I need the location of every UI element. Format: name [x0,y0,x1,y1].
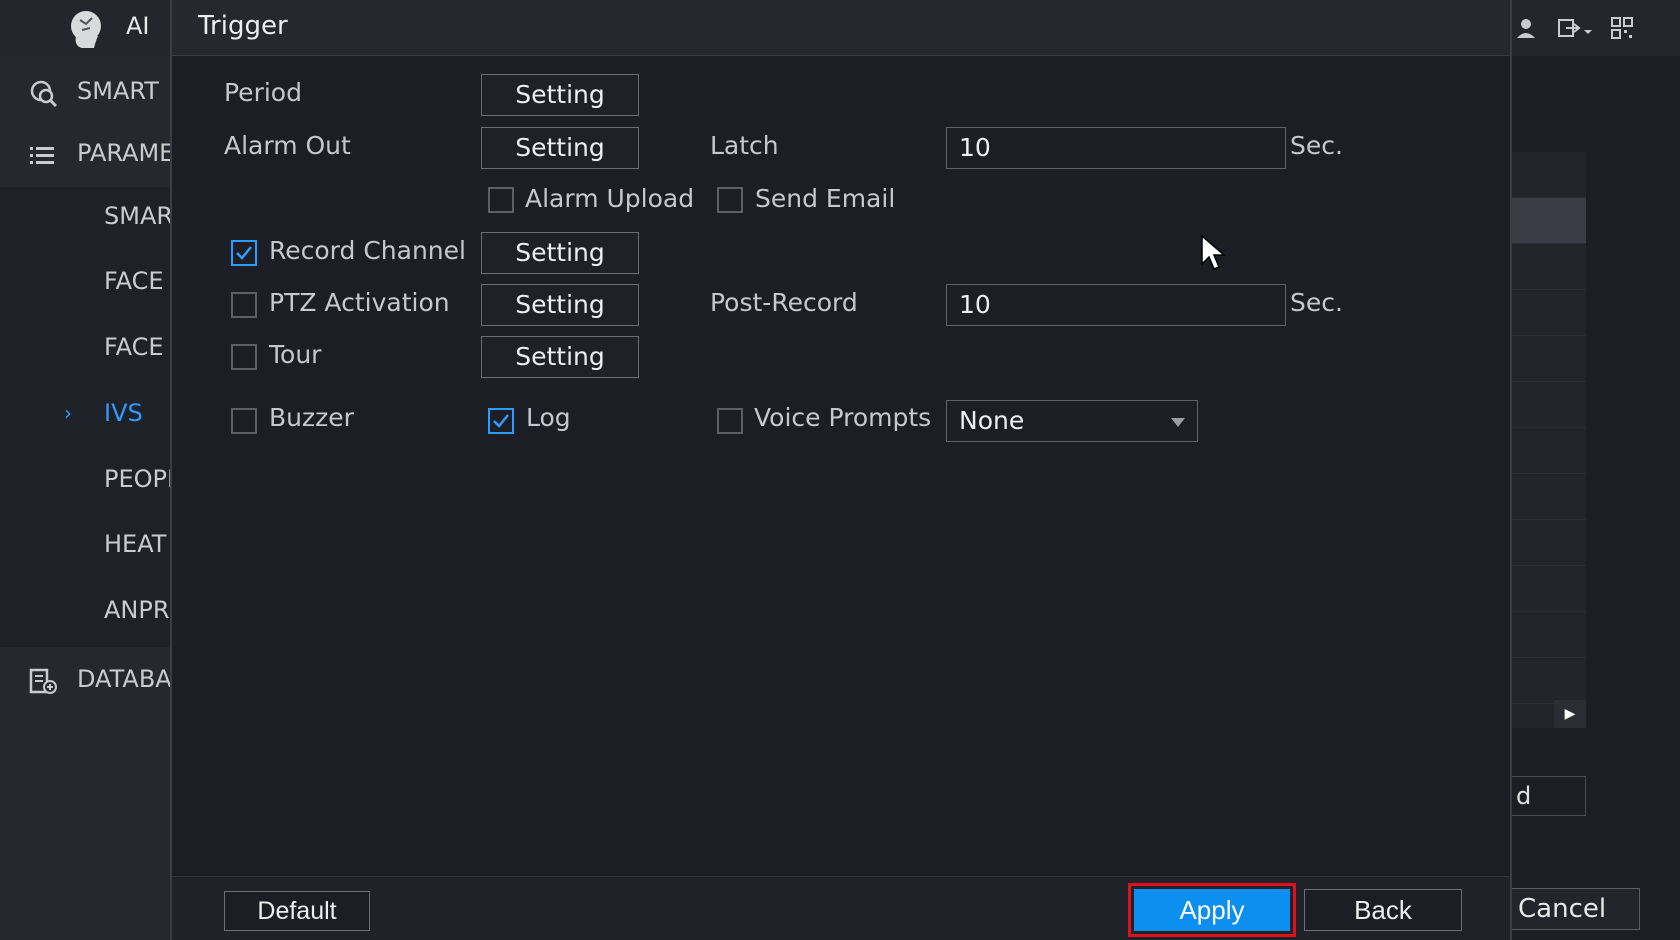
alarm-out-label: Alarm Out [224,131,351,160]
tour-label: Tour [269,340,322,369]
nav-item-smart[interactable]: SMART [0,62,172,122]
sub-item-people[interactable]: PEOPLE [104,465,172,493]
checkmark-icon [493,414,509,428]
post-record-unit: Sec. [1290,288,1343,317]
table-row [1512,520,1586,566]
app-title: AI [126,12,150,40]
scroll-right-icon[interactable]: ▶ [1554,700,1586,728]
checkmark-icon [236,246,252,260]
nav-item-label: SMART [77,77,159,105]
latch-label: Latch [710,131,779,160]
list-icon [30,147,54,164]
table-row [1512,336,1586,382]
qr-icon[interactable] [1610,16,1634,40]
left-navigation: AI SMART PARAMETERS SMART FACE FACE › IV… [0,0,172,940]
table-row [1512,428,1586,474]
period-label: Period [224,78,302,107]
voice-prompts-label: Voice Prompts [754,403,932,432]
post-record-input[interactable]: 10 [946,284,1286,326]
logout-icon[interactable] [1556,16,1594,40]
apply-button[interactable]: Apply [1134,889,1290,931]
cancel-button[interactable]: Cancel [1512,888,1640,930]
sub-item-heat[interactable]: HEAT [104,530,166,558]
buzzer-label: Buzzer [269,403,354,432]
record-channel-label: Record Channel [269,236,466,265]
ai-head-logo-icon [71,11,101,48]
chevron-down-icon [1171,418,1185,427]
trigger-dialog: Trigger Period Setting Alarm Out Setting… [170,0,1512,940]
background-table [1512,152,1586,728]
table-row [1512,658,1586,704]
mouse-cursor-icon [1201,234,1226,270]
voice-prompts-select[interactable]: None [946,400,1198,442]
ptz-activation-label: PTZ Activation [269,288,450,317]
chevron-right-icon: › [64,401,72,425]
sub-item-smart[interactable]: SMART [104,202,172,230]
record-channel-checkbox[interactable] [231,240,257,266]
sub-item-face[interactable]: FACE [104,267,164,295]
table-row [1512,474,1586,520]
latch-unit: Sec. [1290,131,1343,160]
table-row [1512,152,1586,198]
table-row [1512,198,1586,244]
table-row [1512,290,1586,336]
sub-item-anpr[interactable]: ANPR [104,596,170,624]
top-toolbar [1512,0,1680,56]
parameters-submenu: SMART FACE FACE › IVS PEOPLE HEAT ANPR [0,187,172,647]
sub-item-face-2[interactable]: FACE [104,333,164,361]
user-icon[interactable] [1514,16,1538,40]
log-label: Log [526,403,571,432]
table-row [1512,566,1586,612]
latch-input[interactable]: 10 [946,127,1286,169]
dialog-header: Trigger [172,0,1510,56]
nav-item-label: PARAMETERS [77,139,172,167]
voice-prompts-selected: None [959,406,1025,435]
send-email-label: Send Email [755,184,896,213]
table-row [1512,612,1586,658]
sub-item-ivs[interactable]: IVS [104,399,143,427]
send-email-checkbox[interactable] [717,187,743,213]
back-button[interactable]: Back [1304,889,1462,931]
dialog-footer: Default Apply Back [172,876,1510,940]
nav-item-label: DATABASE [77,665,172,693]
ptz-activation-setting-button[interactable]: Setting [481,284,639,326]
alarm-upload-label: Alarm Upload [525,184,695,213]
alarm-upload-checkbox[interactable] [488,187,514,213]
voice-prompts-checkbox[interactable] [717,408,743,434]
post-record-label: Post-Record [710,288,858,317]
app-header: AI [0,0,172,56]
nav-item-database[interactable]: DATABASE [0,650,172,710]
database-icon [29,668,57,694]
ptz-activation-checkbox[interactable] [231,292,257,318]
tour-setting-button[interactable]: Setting [481,336,639,378]
default-button[interactable]: Default [224,891,370,931]
log-checkbox[interactable] [488,408,514,434]
tour-checkbox[interactable] [231,344,257,370]
smart-search-icon [30,80,58,108]
record-channel-setting-button[interactable]: Setting [481,232,639,274]
table-row [1512,244,1586,290]
background-input[interactable]: d [1512,776,1586,816]
table-row [1512,382,1586,428]
buzzer-checkbox[interactable] [231,408,257,434]
dialog-title: Trigger [198,11,288,41]
nav-item-parameters[interactable]: PARAMETERS [0,124,172,184]
alarm-out-setting-button[interactable]: Setting [481,127,639,169]
period-setting-button[interactable]: Setting [481,74,639,116]
